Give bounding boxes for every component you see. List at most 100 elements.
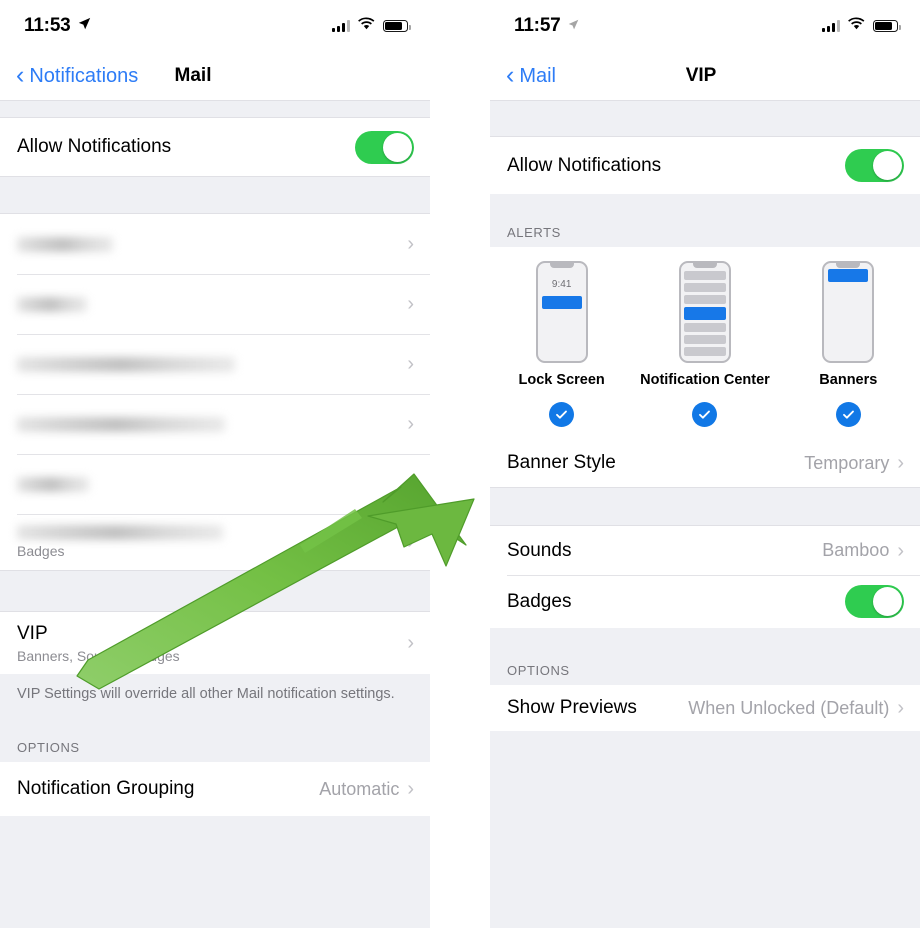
mock-clock-label: 9:41 [551,279,572,290]
check-cell [492,402,632,427]
list-spacer [490,487,920,526]
status-time: 11:57 [514,15,561,36]
chevron-right-icon: › [897,697,904,719]
alert-option-notification-center[interactable]: Notification Center [635,261,775,388]
alert-option-lock-screen[interactable]: 9:41 Lock Screen [492,261,632,388]
home-indicator-area [490,731,920,928]
alert-label-lock-screen: Lock Screen [518,372,605,388]
lock-screen-preview-icon: 9:41 [535,261,588,363]
alerts-grid: 9:41 Lock Screen Notification Center Ban… [490,261,920,388]
check-cell [778,402,918,427]
redacted-label [17,525,223,540]
back-button-label: Mail [519,64,556,87]
left-settings-list: Allow Notifications › › › › › Badges › V… [0,100,430,928]
notification-center-preview-icon [678,261,731,363]
chevron-right-icon: › [407,413,414,435]
mock-notification-bar [541,296,582,309]
cellular-bars-icon [822,20,840,32]
cellular-bars-icon [332,20,350,32]
right-settings-list: Allow Notifications ALERTS 9:41 Lock Scr… [490,100,920,928]
alert-label-banners: Banners [819,372,878,388]
chevron-right-icon: › [407,473,414,495]
table-row[interactable]: › [0,214,430,274]
badges-toggle[interactable] [845,585,904,618]
back-button-mail[interactable]: ‹ Mail [506,60,556,89]
list-spacer [0,100,430,118]
table-row[interactable]: › [0,454,430,514]
alerts-picker: 9:41 Lock Screen Notification Center Ban… [490,247,920,439]
left-phone-screen: 11:53 ‹ Notifications Mail Allow Notific… [0,0,430,928]
notch [549,263,574,268]
vip-subtitle: Banners, Sounds, Badges [17,647,180,664]
chevron-left-icon: ‹ [506,60,515,89]
row-subtitle: Badges [17,543,65,559]
row-text-stack: VIP Banners, Sounds, Badges [17,623,180,664]
show-previews-row[interactable]: Show Previews When Unlocked (Default) › [490,685,920,731]
table-row[interactable]: › [0,394,430,454]
right-status-bar: 11:57 [490,0,920,52]
allow-notifications-label: Allow Notifications [17,136,172,157]
redacted-label [17,236,113,252]
allow-notifications-row[interactable]: Allow Notifications [490,137,920,194]
status-indicators [332,17,411,35]
checkmark-banners-icon[interactable] [835,402,861,427]
vip-row[interactable]: VIP Banners, Sounds, Badges › [0,612,430,674]
chevron-right-icon: › [407,293,414,315]
allow-notifications-toggle[interactable] [845,149,904,182]
redacted-label [17,296,87,312]
list-spacer [0,176,430,214]
battery-icon [383,20,411,32]
options-section-header: OPTIONS [0,720,430,762]
back-button-notifications[interactable]: ‹ Notifications [16,60,139,89]
table-row[interactable]: › [0,334,430,394]
redacted-label [17,416,225,432]
wifi-icon [358,17,375,35]
banner-style-row[interactable]: Banner Style Temporary › [490,439,920,487]
allow-notifications-label: Allow Notifications [507,154,662,176]
location-arrow-icon [568,17,579,35]
allow-notifications-toggle[interactable] [355,130,414,164]
notch [836,263,861,268]
status-time: 11:53 [24,15,71,36]
table-row[interactable]: Badges › [0,514,430,570]
alert-option-banners[interactable]: Banners [778,261,918,388]
location-arrow-icon [78,17,91,35]
mock-notification-bar [683,307,726,320]
allow-notifications-row[interactable]: Allow Notifications [0,118,430,176]
show-previews-value: When Unlocked (Default) [688,697,890,718]
redacted-label [17,356,235,372]
sounds-label: Sounds [507,539,572,561]
wifi-icon [848,17,865,35]
checkmark-lock-screen-icon[interactable] [549,402,575,427]
alert-label-notification-center: Notification Center [640,372,770,388]
sounds-row[interactable]: Sounds Bamboo › [490,526,920,575]
banners-preview-icon [822,261,875,363]
chevron-right-icon: › [407,531,414,553]
chevron-left-icon: ‹ [16,60,25,89]
home-indicator-area [0,816,430,928]
right-phone-screen: 11:57 ‹ Mail VIP Allow Notifications ALE… [490,0,920,928]
check-cell [635,402,775,427]
alerts-checkmark-row [490,402,920,431]
mock-notification-bar [828,269,869,282]
right-nav-bar: ‹ Mail VIP [490,52,920,100]
back-button-label: Notifications [29,64,139,87]
chevron-right-icon: › [897,539,904,562]
badges-row[interactable]: Badges [490,575,920,628]
status-indicators [822,17,901,35]
options-section-header: OPTIONS [490,628,920,685]
table-row[interactable]: › [0,274,430,334]
vip-footer-note: VIP Settings will override all other Mai… [0,674,430,720]
checkmark-notification-center-icon[interactable] [692,402,718,427]
notification-grouping-row[interactable]: Notification Grouping Automatic › [0,762,430,816]
notification-grouping-value: Automatic [319,778,400,799]
list-spacer [0,570,430,612]
sounds-value: Bamboo [822,540,890,560]
notch [692,263,717,268]
chevron-right-icon: › [407,233,414,255]
chevron-right-icon: › [407,353,414,375]
show-previews-label: Show Previews [507,697,637,718]
toggle-knob [383,132,412,162]
toggle-knob [873,151,902,180]
notification-grouping-label: Notification Grouping [17,778,195,799]
